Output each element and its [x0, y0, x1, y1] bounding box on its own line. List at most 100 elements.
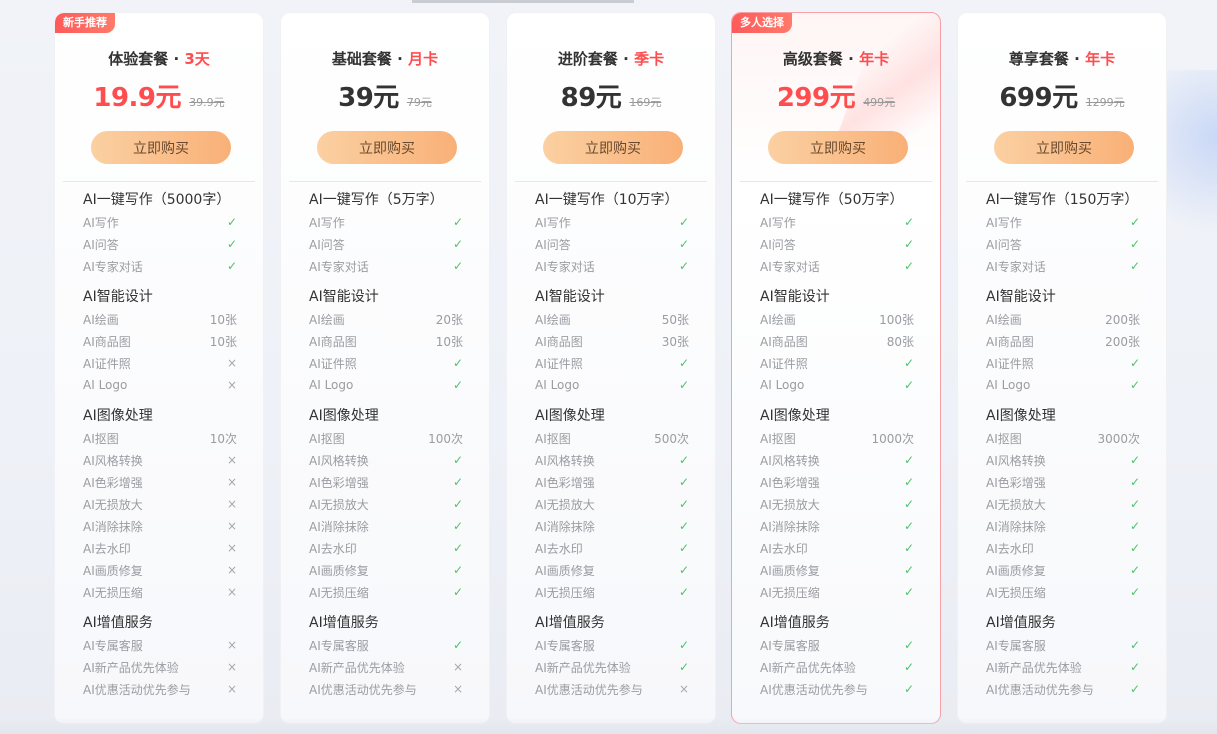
cross-icon: ×: [452, 682, 463, 696]
plan-title-separator: ·: [173, 50, 180, 68]
feature-item: AI专属客服 ✓: [309, 634, 463, 656]
feature-item: AI抠图 10次: [83, 427, 237, 449]
feature-label: AI问答: [535, 237, 571, 252]
check-icon: ✓: [903, 453, 914, 467]
feature-label: AI消除抹除: [309, 519, 369, 534]
feature-item: AI写作 ✓: [309, 211, 463, 233]
plan-name: 进阶套餐: [557, 50, 618, 68]
check-icon: ✓: [903, 519, 914, 533]
feature-label: AI色彩增强: [309, 475, 369, 490]
feature-label: AI绘画: [535, 312, 571, 327]
top-tab-indicator: [412, 0, 634, 3]
feature-label: AI抠图: [986, 431, 1022, 446]
buy-now-button[interactable]: 立即购买: [994, 131, 1134, 164]
check-icon: ✓: [452, 497, 463, 511]
check-icon: ✓: [678, 237, 689, 251]
feature-item: AI色彩增强 ✓: [760, 471, 914, 493]
feature-item: AI专属客服 ✓: [535, 634, 689, 656]
feature-item: AI无损压缩 ✓: [535, 581, 689, 603]
feature-list: AI一键写作（10万字） AI写作 ✓ AI问答 ✓ AI专家对话 ✓ AI智能…: [535, 189, 689, 709]
plan-duration: 3天: [184, 50, 210, 68]
check-icon: ✓: [678, 378, 689, 392]
original-price: 1299元: [1085, 96, 1125, 109]
feature-label: AI写作: [309, 215, 345, 230]
feature-label: AI新产品优先体验: [535, 660, 631, 675]
feature-section: AI智能设计 AI绘画 50张 AI商品图 30张 AI证件照 ✓ AI Log…: [535, 286, 689, 396]
check-icon: ✓: [1129, 682, 1140, 696]
feature-label: AI画质修复: [535, 563, 595, 578]
buy-now-button[interactable]: 立即购买: [543, 131, 683, 164]
price-row: 89元 169元: [507, 77, 715, 114]
check-icon: ✓: [903, 215, 914, 229]
feature-list: AI一键写作（50万字） AI写作 ✓ AI问答 ✓ AI专家对话 ✓ AI智能…: [760, 189, 914, 709]
feature-label: AI商品图: [760, 334, 808, 349]
feature-label: AI消除抹除: [535, 519, 595, 534]
buy-now-button[interactable]: 立即购买: [768, 131, 908, 164]
cross-icon: ×: [226, 475, 237, 489]
check-icon: ✓: [678, 563, 689, 577]
feature-label: AI绘画: [760, 312, 796, 327]
feature-label: AI去水印: [309, 541, 357, 556]
feature-quota: 30张: [661, 334, 689, 349]
check-icon: ✓: [1129, 356, 1140, 370]
feature-item: AI证件照 ✓: [986, 352, 1140, 374]
feature-section-title: AI增值服务: [309, 615, 379, 631]
check-icon: ✓: [452, 585, 463, 599]
original-price: 79元: [406, 96, 432, 109]
feature-label: AI Logo: [535, 378, 580, 392]
feature-label: AI专属客服: [309, 638, 369, 653]
feature-section: AI图像处理 AI抠图 10次 AI风格转换 × AI色彩增强 × AI无损放大…: [83, 405, 237, 603]
divider: [63, 181, 255, 182]
feature-item: AI证件照 ✓: [760, 352, 914, 374]
feature-label: AI问答: [986, 237, 1022, 252]
feature-section-title: AI图像处理: [760, 408, 830, 424]
feature-label: AI优惠活动优先参与: [83, 682, 191, 697]
check-icon: ✓: [452, 541, 463, 555]
feature-item: AI色彩增强 ×: [83, 471, 237, 493]
check-icon: ✓: [678, 453, 689, 467]
feature-section-title: AI图像处理: [535, 408, 605, 424]
feature-section-title: AI增值服务: [760, 615, 830, 631]
feature-label: AI写作: [760, 215, 796, 230]
check-icon: ✓: [452, 356, 463, 370]
feature-item: AI去水印 ×: [83, 537, 237, 559]
plan-card: 多人选择 高级套餐 · 年卡 299元 499元 立即购买 AI一键写作（50万…: [731, 12, 941, 724]
check-icon: ✓: [903, 259, 914, 273]
check-icon: ✓: [1129, 237, 1140, 251]
feature-label: AI去水印: [986, 541, 1034, 556]
feature-section: AI增值服务 AI专属客服 ✓ AI新产品优先体验 ✓ AI优惠活动优先参与 ✓: [760, 612, 914, 700]
feature-item: AI风格转换 ✓: [309, 449, 463, 471]
cross-icon: ×: [226, 519, 237, 533]
price-row: 39元 79元: [281, 77, 489, 114]
original-price: 39.9元: [189, 96, 225, 109]
feature-label: AI商品图: [83, 334, 131, 349]
feature-section-title: AI一键写作（50万字）: [760, 192, 904, 208]
feature-section-title: AI增值服务: [535, 615, 605, 631]
feature-item: AI新产品优先体验 ×: [83, 656, 237, 678]
check-icon: ✓: [678, 660, 689, 674]
check-icon: ✓: [1129, 378, 1140, 392]
feature-section: AI智能设计 AI绘画 10张 AI商品图 10张 AI证件照 × AI Log…: [83, 286, 237, 396]
divider: [515, 181, 707, 182]
feature-item: AI优惠活动优先参与 ✓: [760, 678, 914, 700]
buy-now-button[interactable]: 立即购买: [317, 131, 457, 164]
feature-label: AI风格转换: [309, 453, 369, 468]
feature-item: AI商品图 10张: [83, 330, 237, 352]
feature-item: AI专家对话 ✓: [83, 255, 237, 277]
feature-label: AI专家对话: [535, 259, 595, 274]
feature-label: AI绘画: [986, 312, 1022, 327]
check-icon: ✓: [226, 237, 237, 251]
check-icon: ✓: [903, 563, 914, 577]
feature-item: AI证件照 ×: [83, 352, 237, 374]
feature-item: AI Logo ✓: [986, 374, 1140, 396]
feature-quota: 3000次: [1097, 431, 1140, 446]
buy-now-button[interactable]: 立即购买: [91, 131, 231, 164]
feature-section: AI图像处理 AI抠图 1000次 AI风格转换 ✓ AI色彩增强 ✓ AI无损…: [760, 405, 914, 603]
feature-item: AI画质修复 ✓: [535, 559, 689, 581]
feature-section: AI一键写作（10万字） AI写作 ✓ AI问答 ✓ AI专家对话 ✓: [535, 189, 689, 277]
feature-item: AI色彩增强 ✓: [535, 471, 689, 493]
feature-label: AI证件照: [760, 356, 808, 371]
check-icon: ✓: [452, 378, 463, 392]
feature-label: AI商品图: [986, 334, 1034, 349]
plan-price: 89元: [560, 83, 622, 113]
